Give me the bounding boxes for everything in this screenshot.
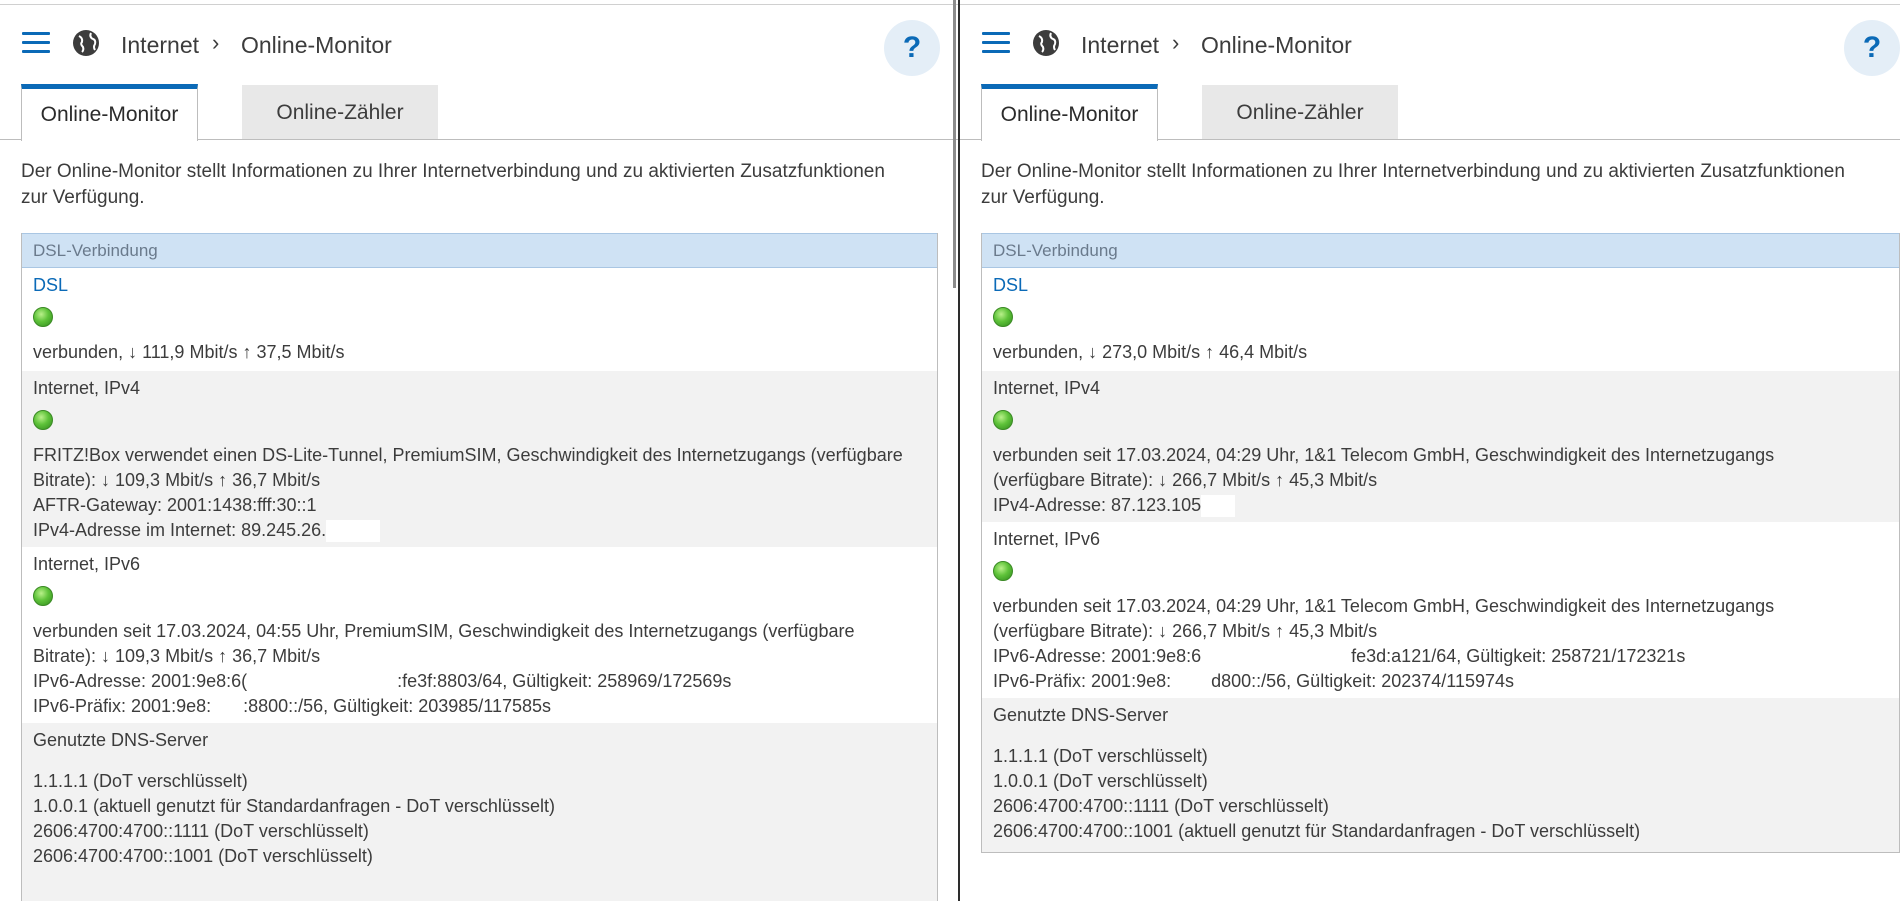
dns-title: Genutzte DNS-Server [993,705,1169,725]
aftr-gateway: AFTR-Gateway: 2001:1438:fff:30::1 [33,495,317,515]
ipv6-praefix: IPv6-Präfix: 2001:9e8: d800::/56, Gültigk… [993,669,1888,698]
ipv6-line: Bitrate): ↓ 109,3 Mbit/s ↑ 36,7 Mbit/s [33,646,321,666]
dsl-status: verbunden, ↓ 273,0 Mbit/s ↑ 46,4 Mbit/s [993,342,1308,362]
status-led-icon [993,561,1013,581]
chevron-right-icon: › [212,30,220,55]
chevron-right-icon: › [1172,30,1180,55]
header: Internet › Online-Monitor ? [960,18,1900,76]
ipv6-section: Internet, IPv6 verbunden seit 17.03.2024… [982,522,1899,698]
dns-server: 2606:4700:4700::1111 (DoT verschlüsselt) [33,821,369,841]
redaction [247,671,398,694]
redaction [1201,495,1236,518]
dsl-link[interactable]: DSL [33,268,926,304]
dsl-section: DSL verbunden, ↓ 111,9 Mbit/s ↑ 37,5 Mbi… [22,268,937,371]
ipv6-address-suffix: :fe3f:8803/64, Gültigkeit: 258969/172569… [397,671,732,691]
status-led-icon [993,307,1013,327]
dsl-connection-table: DSL-Verbindung DSL verbunden, ↓ 111,9 Mb… [21,233,938,901]
right-window: Internet › Online-Monitor ? Online-Monit… [960,0,1900,901]
dns-server: 1.1.1.1 (DoT verschlüsselt) [993,746,1208,766]
scrollbar[interactable] [953,0,956,288]
table-header: DSL-Verbindung [982,233,1899,268]
ipv4-title: Internet, IPv4 [33,378,141,398]
intro-line: Der Online-Monitor stellt Informationen … [21,161,885,182]
dsl-status: verbunden, ↓ 111,9 Mbit/s ↑ 37,5 Mbit/s [33,342,345,362]
ipv4-title: Internet, IPv4 [993,378,1101,398]
tab-online-zaehler[interactable]: Online-Zähler [242,85,438,139]
ipv6-line: verbunden seit 17.03.2024, 04:55 Uhr, Pr… [33,621,855,641]
menu-icon[interactable] [22,32,50,54]
ipv4-line: FRITZ!Box verwendet einen DS-Lite-Tunnel… [33,445,903,465]
status-led-icon [33,586,53,606]
ipv6-praefix: IPv6-Präfix: 2001:9e8: :8800::/56, Gültig… [33,694,926,723]
dns-server: 1.0.0.1 (aktuell genutzt für Standardanf… [33,796,555,816]
redaction [1171,671,1212,694]
window-top-border [0,0,958,5]
intro-text: Der Online-Monitor stellt Informationen … [21,159,938,211]
ipv6-section: Internet, IPv6 verbunden seit 17.03.2024… [22,547,937,723]
tab-online-monitor[interactable]: Online-Monitor [21,84,198,141]
ipv6-title: Internet, IPv6 [993,529,1101,549]
dsl-section: DSL verbunden, ↓ 273,0 Mbit/s ↑ 46,4 Mbi… [982,268,1899,371]
breadcrumb-section[interactable]: Internet [1081,32,1159,59]
table-header: DSL-Verbindung [22,233,937,268]
ipv6-address-prefix: IPv6-Adresse: 2001:9e8:6 [993,646,1202,666]
dsl-link[interactable]: DSL [993,268,1888,304]
globe-icon [73,30,99,56]
tab-online-monitor[interactable]: Online-Monitor [981,84,1158,141]
dns-server: 1.0.0.1 (DoT verschlüsselt) [993,771,1208,791]
left-window: Internet › Online-Monitor ? Online-Monit… [0,0,958,901]
ipv4-line: (verfügbare Bitrate): ↓ 266,7 Mbit/s ↑ 4… [993,470,1378,490]
ipv6-praefix-prefix: IPv6-Präfix: 2001:9e8: [33,696,212,716]
dsl-connection-table: DSL-Verbindung DSL verbunden, ↓ 273,0 Mb… [981,233,1900,853]
dns-server: 2606:4700:4700::1001 (DoT verschlüsselt) [33,846,373,866]
intro-line: zur Verfügung. [21,187,145,208]
ipv4-address-text: IPv4-Adresse im Internet: 89.245.26. [33,520,327,540]
ipv6-praefix-suffix: :8800::/56, Gültigkeit: 203985/117585s [243,696,552,716]
dns-section: Genutzte DNS-Server 1.1.1.1 (DoT verschl… [982,698,1899,852]
dns-server: 1.1.1.1 (DoT verschlüsselt) [33,771,248,791]
tab-bar: Online-Monitor Online-Zähler [960,84,1900,141]
intro-line: zur Verfügung. [981,187,1105,208]
ipv6-praefix-prefix: IPv6-Präfix: 2001:9e8: [993,671,1172,691]
ipv6-praefix-suffix: d800::/56, Gültigkeit: 202374/115974s [1211,671,1515,691]
redaction [1201,646,1352,669]
intro-line: Der Online-Monitor stellt Informationen … [981,161,1845,182]
window-top-border [960,0,1900,5]
ipv4-address-text: IPv4-Adresse: 87.123.105 [993,495,1202,515]
ipv6-line: verbunden seit 17.03.2024, 04:29 Uhr, 1&… [993,596,1775,616]
ipv4-address: IPv4-Adresse im Internet: 89.245.26. [33,518,926,547]
ipv4-address: IPv4-Adresse: 87.123.105 [993,493,1888,522]
ipv4-section: Internet, IPv4 FRITZ!Box verwendet einen… [22,371,937,547]
intro-text: Der Online-Monitor stellt Informationen … [981,159,1880,211]
help-button[interactable]: ? [1844,20,1900,76]
status-led-icon [33,307,53,327]
ipv4-section: Internet, IPv4 verbunden seit 17.03.2024… [982,371,1899,522]
breadcrumb-page: Online-Monitor [1201,32,1352,58]
tab-online-zaehler[interactable]: Online-Zähler [1202,85,1398,139]
dns-section: Genutzte DNS-Server 1.1.1.1 (DoT verschl… [22,723,937,901]
dns-server: 2606:4700:4700::1001 (aktuell genutzt fü… [993,821,1641,841]
ipv6-address: IPv6-Adresse: 2001:9e8:6 fe3d:a121/64, Gü… [993,644,1888,669]
redaction [211,696,244,719]
ipv6-line: (verfügbare Bitrate): ↓ 266,7 Mbit/s ↑ 4… [993,621,1378,641]
dns-title: Genutzte DNS-Server [33,730,209,750]
ipv6-title: Internet, IPv6 [33,554,141,574]
ipv4-line: Bitrate): ↓ 109,3 Mbit/s ↑ 36,7 Mbit/s [33,470,321,490]
status-led-icon [33,410,53,430]
ipv6-address-suffix: fe3d:a121/64, Gültigkeit: 258721/172321s [1351,646,1686,666]
globe-icon [1033,30,1059,56]
redaction [326,520,381,543]
ipv6-address-prefix: IPv6-Adresse: 2001:9e8:6( [33,671,248,691]
menu-icon[interactable] [982,32,1010,54]
ipv4-line: verbunden seit 17.03.2024, 04:29 Uhr, 1&… [993,445,1775,465]
tab-bar: Online-Monitor Online-Zähler [0,84,958,141]
header: Internet › Online-Monitor ? [0,18,958,76]
ipv6-address: IPv6-Adresse: 2001:9e8:6( :fe3f:8803/64, … [33,669,926,694]
status-led-icon [993,410,1013,430]
help-button[interactable]: ? [884,20,940,76]
breadcrumb-page: Online-Monitor [241,32,392,58]
breadcrumb-section[interactable]: Internet [121,32,199,59]
dns-server: 2606:4700:4700::1111 (DoT verschlüsselt) [993,796,1329,816]
